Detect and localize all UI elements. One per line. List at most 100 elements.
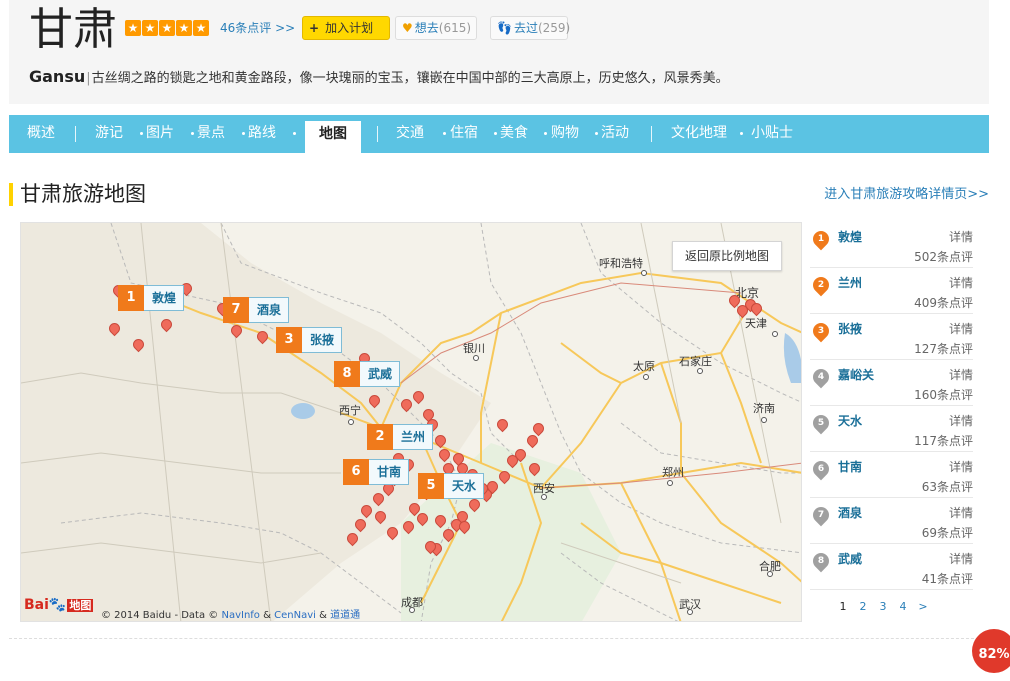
nav-separator-dot [242, 132, 245, 135]
region-detail-link[interactable]: 详情 [949, 458, 973, 475]
nav-tab[interactable]: 图片 [146, 115, 174, 153]
nav-tab[interactable]: 活动 [601, 115, 629, 153]
region-review-count: 160条点评 [914, 388, 973, 402]
region-review-count: 409条点评 [914, 296, 973, 310]
nav-tab[interactable]: 路线 [248, 115, 276, 153]
city-dot [541, 494, 547, 500]
progress-badge[interactable]: 82% [972, 629, 1010, 673]
reviews-link[interactable]: 46条点评 >> [220, 20, 295, 36]
page-button[interactable]: 4 [898, 600, 908, 613]
region-list-item[interactable]: 5 天水 详情 117条点评 [809, 406, 973, 452]
map-marker-tianshui[interactable]: 5 天水 [418, 473, 485, 499]
divider [9, 638, 989, 639]
nav-tab[interactable]: 交通 [396, 115, 424, 153]
city-label: 银川 [463, 342, 485, 355]
nav-tab[interactable]: 游记 [95, 115, 123, 153]
region-name[interactable]: 嘉峪关 [838, 366, 874, 383]
map-canvas[interactable]: 呼和浩特 北京 天津 银川 太原 石家庄 济南 西宁 郑州 西安 合肥 成都 武… [20, 222, 802, 622]
region-list-item[interactable]: 2 兰州 详情 409条点评 [809, 268, 973, 314]
marker-label: 酒泉 [249, 297, 290, 323]
region-detail-link[interactable]: 详情 [949, 550, 973, 567]
navinfo-link[interactable]: NavInfo [221, 610, 259, 621]
map-marker-dunhuang[interactable]: 1 敦煌 [118, 285, 185, 311]
region-review-count: 41条点评 [921, 572, 973, 586]
marker-number: 1 [118, 285, 144, 311]
copyright-amp: & [263, 610, 271, 621]
map-marker-jiuquan[interactable]: 7 酒泉 [223, 297, 290, 323]
map-marker-lanzhou[interactable]: 2 兰州 [367, 424, 434, 450]
map-marker-zhangye[interactable]: 3 张掖 [276, 327, 343, 353]
map-marker-gannan[interactable]: 6 甘南 [343, 459, 410, 485]
description-text: 古丝绸之路的锁匙之地和黄金路段，像一块瑰丽的宝玉，镶嵌在中国中部的三大高原上，历… [91, 71, 729, 86]
plus-icon: + [309, 21, 320, 35]
map-pin-icon: 5 [809, 411, 833, 435]
region-list-item[interactable]: 1 敦煌 详情 502条点评 [809, 222, 973, 268]
next-page-button[interactable]: > [918, 600, 928, 613]
nav-separator [377, 126, 378, 142]
page-button[interactable]: 2 [858, 600, 868, 613]
pin-number: 7 [817, 510, 825, 520]
nav-tab[interactable]: 景点 [197, 115, 225, 153]
region-list-item[interactable]: 3 张掖 详情 127条点评 [809, 314, 973, 360]
logo-text: Bai [24, 597, 49, 613]
reset-map-button[interactable]: 返回原比例地图 [672, 241, 782, 271]
nav-tab[interactable]: 购物 [551, 115, 579, 153]
region-list-item[interactable]: 7 酒泉 详情 69条点评 [809, 498, 973, 544]
marker-number: 6 [343, 459, 369, 485]
nav-tab[interactable]: 文化地理 [671, 115, 727, 153]
region-list-item[interactable]: 6 甘南 详情 63条点评 [809, 452, 973, 498]
region-detail-link[interactable]: 详情 [949, 504, 973, 521]
copyright-text: © 2014 Baidu - Data © [101, 610, 219, 621]
city-dot [772, 331, 778, 337]
daodaotong-link[interactable]: 道道通 [330, 610, 360, 621]
marker-label: 张掖 [302, 327, 343, 353]
region-name[interactable]: 天水 [838, 412, 862, 429]
pin-number: 6 [817, 464, 825, 474]
nav-separator-dot [191, 132, 194, 135]
region-detail-link[interactable]: 详情 [949, 320, 973, 337]
region-name[interactable]: 甘南 [838, 458, 862, 475]
add-to-plan-button[interactable]: + 加入计划 [302, 16, 390, 40]
city-label: 西宁 [339, 404, 361, 417]
guide-detail-link[interactable]: 进入甘肃旅游攻略详情页>> [824, 186, 989, 204]
want-to-go-button[interactable]: ♥ 想去(615) [395, 16, 477, 40]
region-name[interactable]: 酒泉 [838, 504, 862, 521]
nav-separator-dot [443, 132, 446, 135]
map-pin-icon: 3 [809, 319, 833, 343]
region-detail-link[interactable]: 详情 [949, 228, 973, 245]
region-list-item[interactable]: 4 嘉峪关 详情 160条点评 [809, 360, 973, 406]
baidu-map-logo: Bai🐾 地图 [24, 597, 94, 613]
page-title: 甘肃 [29, 4, 117, 55]
marker-number: 8 [334, 361, 360, 387]
city-dot [348, 419, 354, 425]
region-name[interactable]: 敦煌 [838, 228, 862, 245]
nav-tab[interactable]: 住宿 [450, 115, 478, 153]
map-marker-wuwei[interactable]: 8 武威 [334, 361, 401, 387]
region-name[interactable]: 武威 [838, 550, 862, 567]
nav-tab[interactable]: 概述 [27, 115, 55, 153]
city-dot [687, 609, 693, 615]
cennavi-link[interactable]: CenNavi [274, 610, 316, 621]
city-label: 呼和浩特 [599, 257, 643, 270]
region-list-item[interactable]: 8 武威 详情 41条点评 [809, 544, 973, 590]
page-button[interactable]: 3 [878, 600, 888, 613]
city-dot [409, 607, 415, 613]
region-detail-link[interactable]: 详情 [949, 274, 973, 291]
been-count: (259) [537, 21, 571, 35]
heart-icon: ♥ [402, 21, 413, 35]
nav-tab[interactable]: 地图 [305, 121, 361, 153]
nav-tab[interactable]: 美食 [500, 115, 528, 153]
nav-tab[interactable]: 小贴士 [751, 115, 793, 153]
page-button[interactable]: 1 [838, 600, 848, 613]
star-icon: ★ [159, 20, 175, 36]
region-detail-link[interactable]: 详情 [949, 412, 973, 429]
nav-separator-dot [494, 132, 497, 135]
region-name[interactable]: 兰州 [838, 274, 862, 291]
pin-number: 4 [817, 372, 825, 382]
marker-number: 7 [223, 297, 249, 323]
region-name[interactable]: 张掖 [838, 320, 862, 337]
pin-number: 5 [817, 418, 825, 428]
region-detail-link[interactable]: 详情 [949, 366, 973, 383]
star-icon: ★ [125, 20, 141, 36]
been-there-button[interactable]: 👣 去过(259) [490, 16, 571, 40]
